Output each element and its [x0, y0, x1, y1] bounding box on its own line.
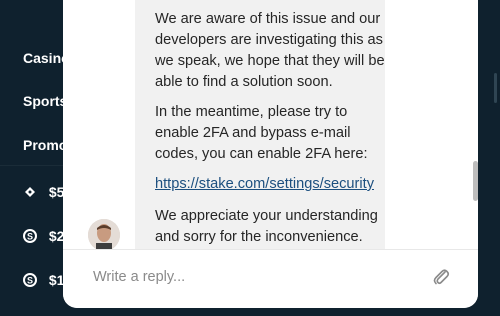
stake-coin-icon: S — [23, 229, 37, 243]
sidebar-divider — [0, 165, 70, 166]
page-scrollbar[interactable] — [494, 73, 497, 103]
sidebar-item-sports[interactable]: Sports — [23, 93, 67, 109]
agent-avatar — [88, 219, 120, 251]
paperclip-icon[interactable] — [430, 266, 452, 288]
reply-input[interactable] — [91, 268, 395, 286]
sidebar-item-offer[interactable]: $5 — [23, 184, 64, 200]
sidebar-item-offer[interactable]: S $1 — [23, 272, 64, 288]
sidebar-item-promotions[interactable]: Promo — [23, 137, 67, 153]
message-text: In the meantime, please try to enable 2F… — [155, 104, 368, 162]
reply-composer — [63, 249, 478, 308]
security-settings-link[interactable]: https://stake.com/settings/security — [155, 176, 374, 192]
message-text: We appreciate your understanding and sor… — [155, 208, 378, 245]
sidebar-item-label: Sports — [23, 93, 68, 109]
page-background-strip — [478, 0, 500, 316]
message-text: We are aware of this issue and our devel… — [155, 11, 385, 90]
chat-messages[interactable]: We are aware of this issue and our devel… — [63, 0, 478, 256]
svg-text:S: S — [27, 276, 33, 286]
chat-scrollbar[interactable] — [473, 161, 478, 201]
stake-coin-icon: S — [23, 273, 37, 287]
svg-text:S: S — [27, 232, 33, 242]
sidebar-item-label: Promo — [23, 137, 68, 153]
ticket-icon — [25, 187, 35, 197]
message-bubble: We are aware of this issue and our devel… — [135, 0, 385, 256]
sidebar-item-offer[interactable]: S $2 — [23, 228, 64, 244]
chat-panel: We are aware of this issue and our devel… — [63, 0, 478, 308]
